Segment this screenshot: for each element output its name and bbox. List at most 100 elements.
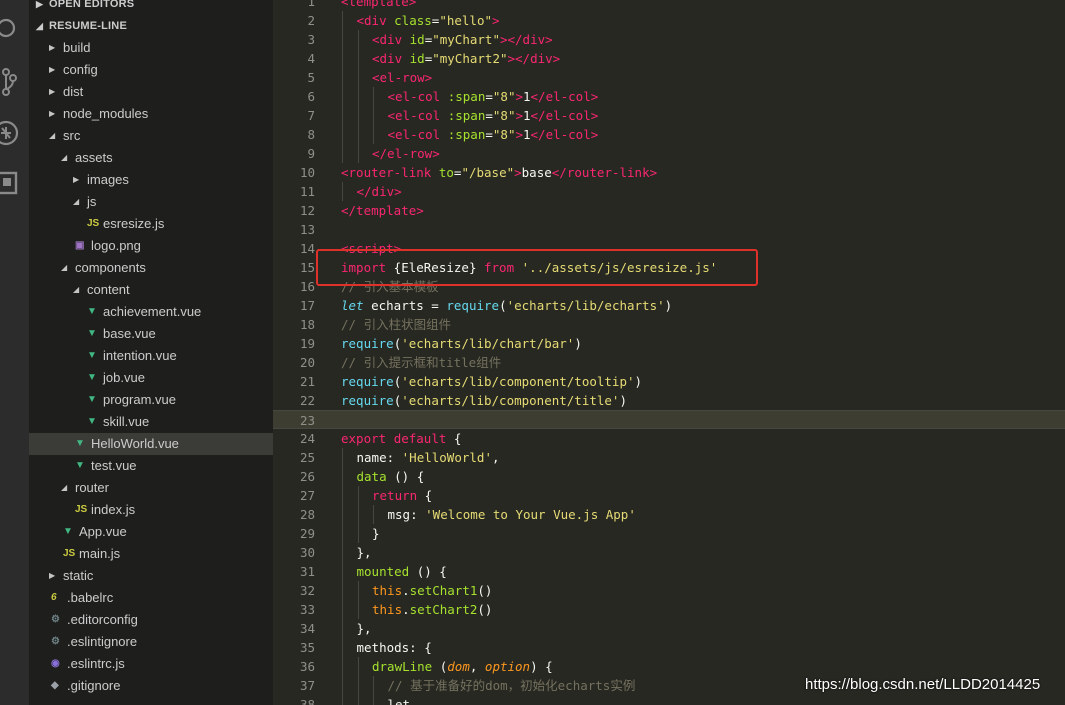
code-token: export [341, 431, 387, 446]
code-line[interactable]: 38 let [273, 695, 1065, 705]
tree-file-editorconfig[interactable]: ⚙ .editorconfig [29, 609, 273, 631]
code-line[interactable]: 25 name: 'HelloWorld', [273, 448, 1065, 467]
tree-folder-node-modules[interactable]: ▶ node_modules [29, 103, 273, 125]
code-line[interactable]: 35 methods: { [273, 638, 1065, 657]
chevron-right-icon: ▶ [49, 571, 56, 580]
javascript-file-icon: JS [87, 218, 100, 229]
line-number: 19 [299, 336, 315, 351]
code-token: ) [619, 393, 627, 408]
line-number: 5 [307, 70, 315, 85]
code-line[interactable]: 20 // 引入提示框和title组件 [273, 353, 1065, 372]
tree-file-program-vue[interactable]: ▼ program.vue [29, 389, 273, 411]
code-token: , [469, 659, 485, 674]
tree-file-skill-vue[interactable]: ▼ skill.vue [29, 411, 273, 433]
code-line[interactable]: 12 </template> [273, 201, 1065, 220]
code-line[interactable]: 26 data () { [273, 467, 1065, 486]
source-control-icon[interactable] [0, 66, 29, 96]
code-text: <div id="myChart2"></div> [372, 49, 560, 68]
code-line[interactable]: 11 </div> [273, 182, 1065, 201]
code-line[interactable]: 34}, [273, 619, 1065, 638]
tree-file-logo-png[interactable]: ▣ logo.png [29, 235, 273, 257]
code-text: </el-row> [372, 144, 440, 163]
tree-file-test-vue[interactable]: ▼ test.vue [29, 455, 273, 477]
tree-folder-build[interactable]: ▶ build [29, 37, 273, 59]
code-text: <el-col :span="8">1</el-col> [388, 125, 599, 144]
tree-file-gitignore[interactable]: ◆ .gitignore [29, 675, 273, 697]
tree-file-main-js[interactable]: JS main.js [29, 543, 273, 565]
tree-item-label: .eslintignore [67, 634, 138, 649]
code-line[interactable]: 17 let echarts = require('echarts/lib/ech… [273, 296, 1065, 315]
tree-folder-images[interactable]: ▶ images [29, 169, 273, 191]
tree-file-babelrc[interactable]: 6 .babelrc [29, 587, 273, 609]
code-line[interactable]: 31 mounted () { [273, 562, 1065, 581]
tree-item-label: App.vue [79, 524, 127, 539]
code-line[interactable]: 13 [273, 220, 1065, 239]
debug-icon[interactable] [0, 119, 29, 147]
tree-folder-src[interactable]: ◢ src [29, 125, 273, 147]
code-line[interactable]: 21 require('echarts/lib/component/tooltip… [273, 372, 1065, 391]
code-line[interactable]: 33 this.setChart2() [273, 600, 1065, 619]
code-line[interactable]: 28 msg: 'Welcome to Your Vue.js App' [273, 505, 1065, 524]
code-token: class [394, 13, 432, 28]
tree-folder-content[interactable]: ◢ content [29, 279, 273, 301]
code-line[interactable]: 5 <el-row> [273, 68, 1065, 87]
code-line[interactable]: 7 <el-col :span="8">1</el-col> [273, 106, 1065, 125]
code-token: data [356, 469, 387, 484]
line-number: 20 [299, 355, 315, 370]
tree-folder-assets[interactable]: ◢ assets [29, 147, 273, 169]
line-number: 3 [307, 32, 315, 47]
tree-file-eslintignore[interactable]: ⚙ .eslintignore [29, 631, 273, 653]
code-line[interactable]: 19 require('echarts/lib/chart/bar') [273, 334, 1065, 353]
tree-folder-components[interactable]: ◢ components [29, 257, 273, 279]
code-line[interactable]: 22 require('echarts/lib/component/title') [273, 391, 1065, 410]
code-token: () [477, 602, 493, 617]
line-number: 18 [299, 317, 315, 332]
code-line[interactable]: 3 <div id="myChart"></div> [273, 30, 1065, 49]
tree-folder-static[interactable]: ▶ static [29, 565, 273, 587]
code-line[interactable]: 6 <el-col :span="8">1</el-col> [273, 87, 1065, 106]
code-token: // 引入提示框和title组件 [341, 355, 502, 370]
code-token: "/base" [461, 165, 515, 180]
tree-item-label: node_modules [63, 106, 149, 121]
code-token: 'HelloWorld' [401, 450, 492, 465]
tree-file-index-js[interactable]: JS index.js [29, 499, 273, 521]
tree-folder-router[interactable]: ◢ router [29, 477, 273, 499]
line-number: 33 [299, 602, 315, 617]
tree-item-label: router [75, 480, 109, 495]
code-line[interactable]: 10 <router-link to="/base">base</router-l… [273, 163, 1065, 182]
tree-file-helloworld-vue[interactable]: ▼ HelloWorld.vue [29, 433, 273, 455]
tree-folder-config[interactable]: ▶ config [29, 59, 273, 81]
code-line[interactable]: 18 // 引入柱状图组件 [273, 315, 1065, 334]
code-line[interactable]: 9 </el-row> [273, 144, 1065, 163]
code-line[interactable]: 32 this.setChart1() [273, 581, 1065, 600]
code-editor[interactable]: 1 <template> 2 <div class="hello"> 3 <div id=… [273, 0, 1065, 705]
open-editors-header[interactable]: ▶ OPEN EDITORS [29, 0, 273, 15]
tree-item-label: components [75, 260, 146, 275]
code-token: 'Welcome to Your Vue.js App' [425, 507, 636, 522]
code-line[interactable]: 27 return { [273, 486, 1065, 505]
tree-folder-js[interactable]: ◢ js [29, 191, 273, 213]
extensions-icon[interactable] [0, 170, 29, 198]
line-number: 26 [299, 469, 315, 484]
code-line[interactable]: 8 <el-col :span="8">1</el-col> [273, 125, 1065, 144]
search-icon[interactable] [0, 16, 29, 44]
code-line[interactable]: 23 [273, 410, 1065, 429]
code-line[interactable]: 1 <template> [273, 0, 1065, 11]
tree-file-eslintrc-js[interactable]: ◉ .eslintrc.js [29, 653, 273, 675]
code-token: methods: { [356, 640, 432, 655]
project-header[interactable]: ◢ RESUME-LINE [29, 15, 273, 37]
code-line[interactable]: 36 drawLine (dom, option) { [273, 657, 1065, 676]
tree-file-job-vue[interactable]: ▼ job.vue [29, 367, 273, 389]
tree-file-esresize-js[interactable]: JS esresize.js [29, 213, 273, 235]
tree-file-app-vue[interactable]: ▼ App.vue [29, 521, 273, 543]
code-line[interactable]: 24 export default { [273, 429, 1065, 448]
vue-file-icon: ▼ [87, 350, 97, 361]
code-line[interactable]: 30}, [273, 543, 1065, 562]
tree-folder-dist[interactable]: ▶ dist [29, 81, 273, 103]
code-line[interactable]: 2 <div class="hello"> [273, 11, 1065, 30]
tree-file-achievement-vue[interactable]: ▼ achievement.vue [29, 301, 273, 323]
tree-file-intention-vue[interactable]: ▼ intention.vue [29, 345, 273, 367]
code-line[interactable]: 29} [273, 524, 1065, 543]
tree-file-base-vue[interactable]: ▼ base.vue [29, 323, 273, 345]
code-line[interactable]: 4 <div id="myChart2"></div> [273, 49, 1065, 68]
